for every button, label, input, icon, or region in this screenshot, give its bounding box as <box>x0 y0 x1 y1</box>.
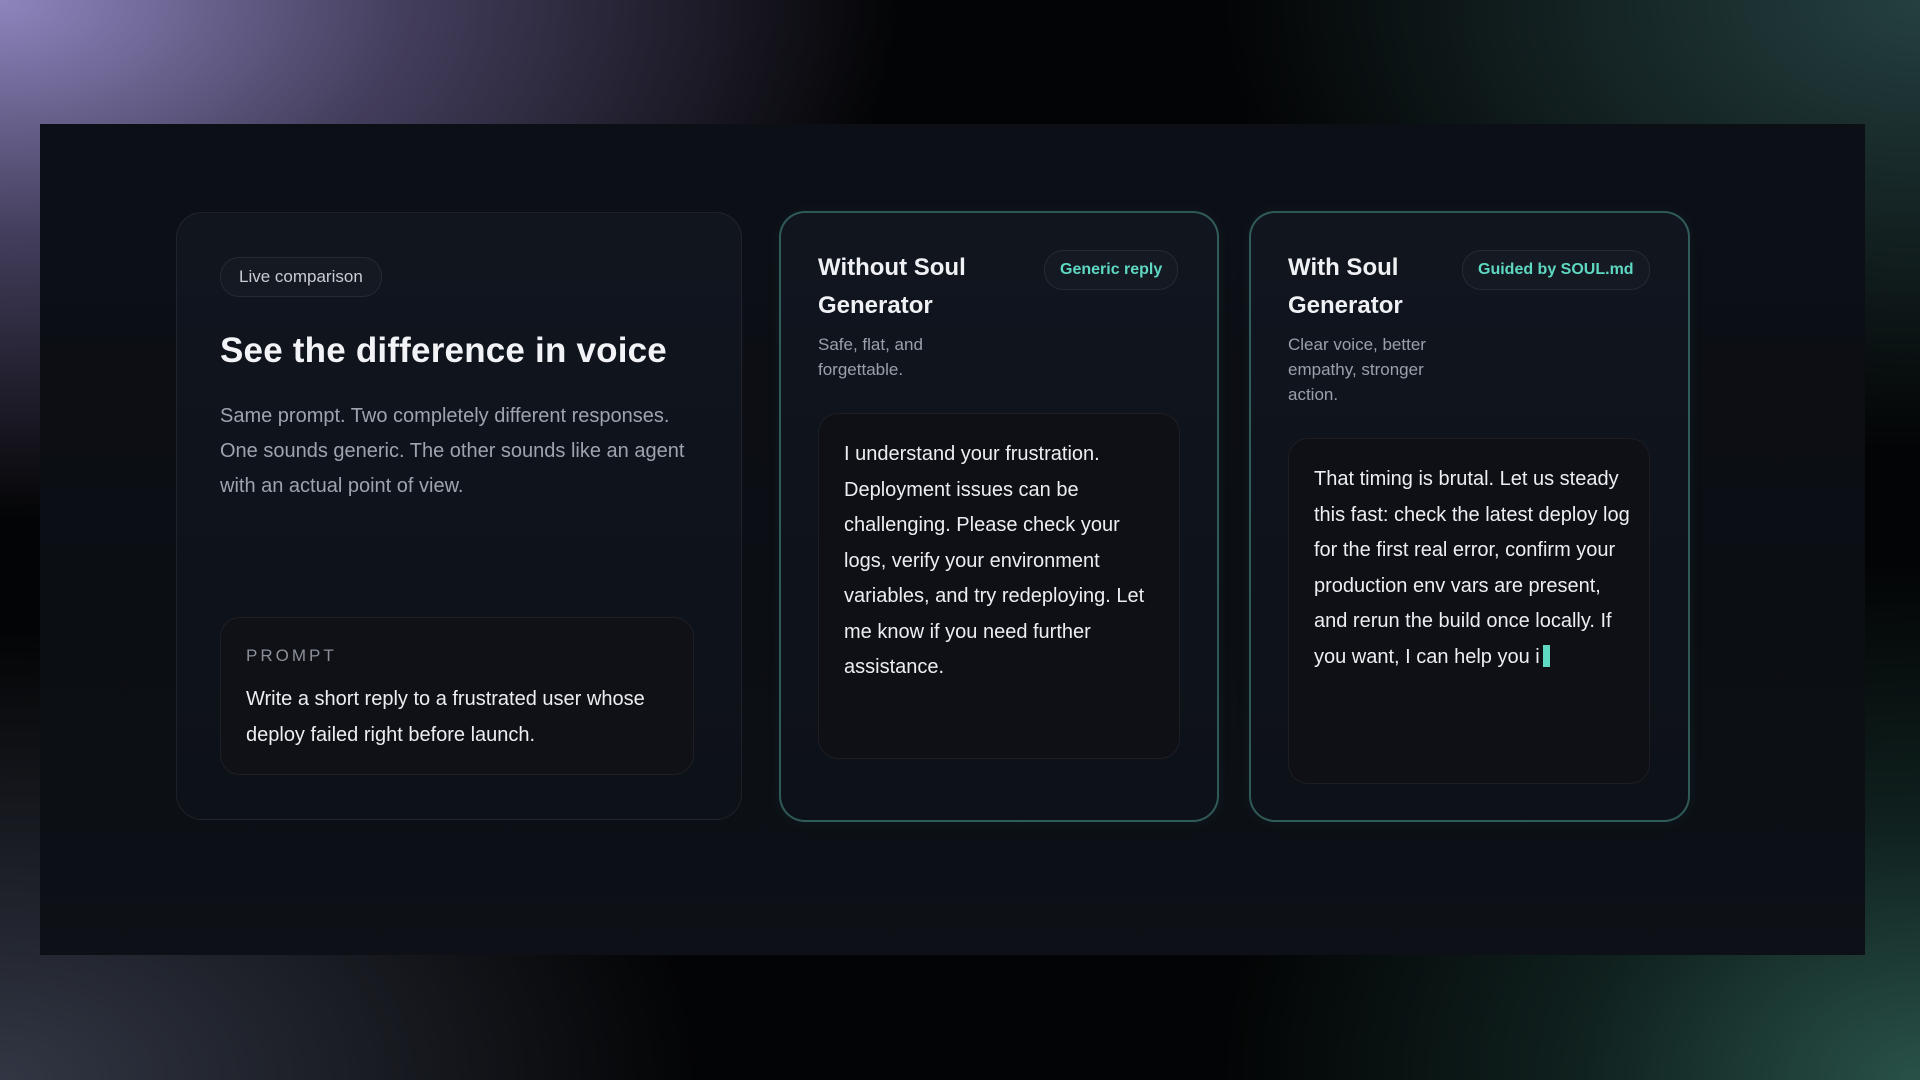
with-card-title: With Soul Generator <box>1288 254 1403 319</box>
generic-reply-badge: Generic reply <box>1044 250 1179 290</box>
intro-description: Same prompt. Two completely different re… <box>220 405 685 497</box>
prompt-text: Write a short reply to a frustrated user… <box>246 688 645 746</box>
without-soul-card: Without Soul Generator Generic reply Saf… <box>779 211 1219 822</box>
prompt-box: PROMPT Write a short reply to a frustrat… <box>220 617 694 775</box>
without-card-subtitle: Safe, flat, and forgettable. <box>818 335 923 379</box>
intro-card: Live comparison See the difference in vo… <box>176 212 742 820</box>
live-comparison-pill: Live comparison <box>220 257 382 297</box>
soul-reply-paragraph: That timing is brutal. Let us steady thi… <box>1314 462 1634 675</box>
soul-reply-text: That timing is brutal. Let us steady thi… <box>1314 468 1630 668</box>
soul-reply-box: That timing is brutal. Let us steady thi… <box>1288 438 1650 784</box>
with-card-subtitle: Clear voice, better empathy, stronger ac… <box>1288 335 1426 404</box>
typing-cursor <box>1542 644 1550 667</box>
intro-heading: See the difference in voice <box>220 331 667 370</box>
with-soul-card: With Soul Generator Guided by SOUL.md Cl… <box>1249 211 1690 822</box>
without-card-title: Without Soul Generator <box>818 254 966 319</box>
generic-reply-box: I understand your frustration. Deploymen… <box>818 413 1180 759</box>
comparison-panel: Live comparison See the difference in vo… <box>40 124 1865 955</box>
guided-badge: Guided by SOUL.md <box>1462 250 1650 290</box>
generic-reply-text: I understand your frustration. Deploymen… <box>844 443 1145 678</box>
prompt-label: PROMPT <box>246 646 337 665</box>
